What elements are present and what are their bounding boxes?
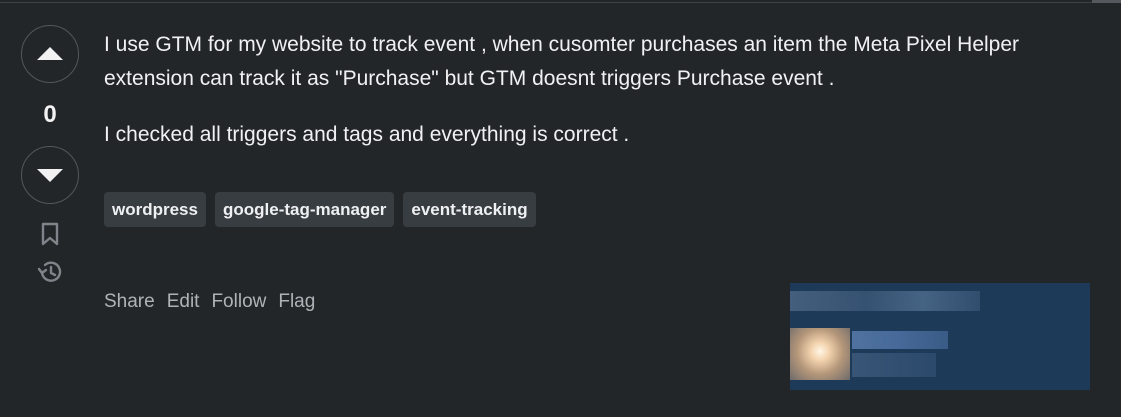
blurred-name <box>852 331 948 349</box>
share-link[interactable]: Share <box>104 291 155 313</box>
follow-link[interactable]: Follow <box>211 291 266 313</box>
tag-event-tracking[interactable]: event-tracking <box>403 192 536 227</box>
downvote-button[interactable] <box>21 146 79 204</box>
post-actions: Share Edit Follow Flag <box>104 291 315 313</box>
up-arrow-icon <box>37 47 63 60</box>
upvote-button[interactable] <box>21 25 79 83</box>
down-arrow-icon <box>37 169 63 182</box>
flag-link[interactable]: Flag <box>278 291 315 313</box>
vote-column: 0 <box>20 25 80 286</box>
tag-list: wordpress google-tag-manager event-track… <box>104 192 536 227</box>
blurred-rep <box>852 353 936 377</box>
bookmark-button[interactable] <box>40 222 60 246</box>
top-divider <box>0 0 1121 3</box>
tag-google-tag-manager[interactable]: google-tag-manager <box>214 192 395 227</box>
edit-link[interactable]: Edit <box>167 291 200 313</box>
user-card[interactable] <box>790 283 1090 390</box>
history-icon <box>37 261 62 282</box>
divider-line <box>0 2 1121 3</box>
timeline-button[interactable] <box>36 258 64 286</box>
divider-accent <box>1092 0 1121 3</box>
blurred-avatar <box>790 328 850 380</box>
blurred-text-line <box>790 291 980 311</box>
bookmark-icon <box>41 222 59 246</box>
body-paragraph: I checked all triggers and tags and ever… <box>104 123 630 146</box>
question-body: I use GTM for my website to track event … <box>104 28 1104 152</box>
body-paragraph: I use GTM for my website to track event … <box>104 33 1020 90</box>
vote-count: 0 <box>43 101 57 128</box>
tag-wordpress[interactable]: wordpress <box>104 192 206 227</box>
